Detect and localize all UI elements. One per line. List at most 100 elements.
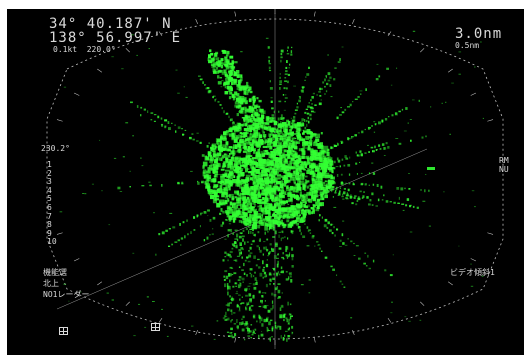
video-label[interactable]: ビデオ傾斜1: [450, 269, 495, 277]
echo-pixel: [282, 214, 287, 218]
echo-pixel: [286, 338, 288, 342]
echo-pixel: [347, 188, 350, 192]
echo-pixel: [248, 98, 252, 103]
echo-pixel: [474, 206, 476, 208]
echo-pixel: [255, 163, 258, 168]
echo-pixel: [175, 130, 177, 133]
motion-mode-label[interactable]: RM: [499, 157, 509, 165]
echo-pixel: [213, 157, 215, 161]
echo-pixel: [288, 272, 292, 274]
echo-pixel: [402, 209, 405, 211]
echo-pixel: [213, 184, 219, 188]
echo-pixel: [225, 130, 229, 133]
echo-pixel: [229, 153, 231, 155]
echo-pixel: [219, 77, 222, 79]
echo-pixel: [143, 108, 146, 111]
echo-pixel: [276, 137, 279, 140]
echo-pixel: [227, 259, 229, 262]
echo-pixel: [319, 186, 321, 189]
echo-pixel: [349, 103, 352, 107]
echo-pixel: [294, 219, 297, 222]
echo-pixel: [262, 253, 264, 256]
echo-pixel: [272, 277, 276, 280]
echo-pixel: [212, 228, 214, 230]
echo-pixel: [243, 272, 246, 275]
echo-pixel: [231, 214, 235, 218]
target-box-icon[interactable]: [151, 323, 160, 331]
echo-pixel: [241, 76, 243, 78]
echo-pixel: [248, 254, 252, 258]
echo-pixel: [238, 194, 240, 197]
echo-pixel: [246, 196, 250, 200]
echo-pixel: [190, 231, 192, 234]
radar-ppi-canvas[interactable]: [7, 9, 524, 355]
echo-pixel: [246, 274, 248, 277]
radar-display[interactable]: 34° 40.187' N 138° 56.997' E 0.1kt 220.0…: [7, 9, 524, 355]
echo-pixel: [240, 302, 242, 305]
echo-pixel: [295, 131, 299, 134]
echo-pixel: [282, 337, 285, 341]
echo-pixel: [260, 150, 263, 154]
echo-pixel: [213, 180, 216, 184]
echo-pixel: [315, 137, 318, 139]
echo-pixel: [284, 97, 288, 99]
echo-pixel: [368, 267, 371, 270]
echo-pixel: [243, 199, 248, 204]
echo-pixel: [339, 187, 341, 189]
echo-pixel: [274, 287, 277, 291]
mode-label[interactable]: 機能選: [43, 269, 67, 277]
bearing-readout: 230.2°: [41, 144, 70, 153]
echo-pixel: [277, 124, 279, 127]
echo-pixel: [260, 143, 262, 146]
echo-pixel: [265, 116, 270, 122]
echo-pixel: [310, 110, 314, 113]
echo-pixel: [260, 217, 262, 220]
echo-pixel: [274, 230, 277, 235]
echo-pixel: [217, 69, 221, 73]
echo-pixel: [283, 87, 286, 90]
echo-pixel: [258, 246, 260, 251]
echo-pixel: [223, 187, 229, 191]
echo-pixel: [264, 197, 268, 202]
echo-pixel: [249, 177, 253, 181]
echo-pixel: [273, 110, 275, 114]
echo-pixel: [229, 279, 231, 283]
echo-pixel: [349, 156, 351, 159]
echo-pixel: [357, 132, 360, 134]
echo-pixel: [324, 218, 328, 222]
echo-pixel: [249, 246, 252, 250]
echo-pixel: [106, 292, 109, 294]
echo-pixel: [233, 323, 237, 325]
range-readout[interactable]: 3.0nm: [455, 27, 502, 41]
echo-pixel: [319, 153, 325, 158]
echo-pixel: [204, 84, 206, 86]
echo-pixel: [427, 167, 435, 170]
echo-pixel: [202, 161, 208, 167]
echo-pixel: [294, 112, 297, 115]
echo-pixel: [282, 117, 284, 121]
echo-pixel: [326, 162, 329, 166]
echo-pixel: [164, 119, 168, 122]
echo-pixel: [256, 245, 259, 248]
echo-pixel: [292, 140, 295, 144]
orientation-mode-label[interactable]: NU: [499, 166, 509, 174]
echo-pixel: [305, 155, 309, 159]
echo-pixel: [161, 123, 164, 127]
echo-pixel: [282, 121, 287, 125]
echo-pixel: [229, 295, 231, 298]
echo-pixel: [191, 325, 194, 327]
bearing-tick: [234, 11, 237, 17]
echo-pixel: [293, 181, 296, 185]
echo-pixel: [250, 160, 254, 164]
echo-pixel: [237, 142, 241, 146]
echo-pixel: [292, 170, 296, 174]
echo-pixel: [482, 117, 484, 119]
grid-box-icon[interactable]: [59, 327, 68, 335]
echo-pixel: [390, 312, 393, 314]
echo-pixel: [257, 192, 260, 196]
bearing-tick: [125, 301, 130, 306]
echo-pixel: [279, 80, 282, 84]
echo-pixel: [215, 145, 218, 149]
echo-pixel: [279, 83, 282, 85]
echo-pixel: [300, 89, 304, 92]
